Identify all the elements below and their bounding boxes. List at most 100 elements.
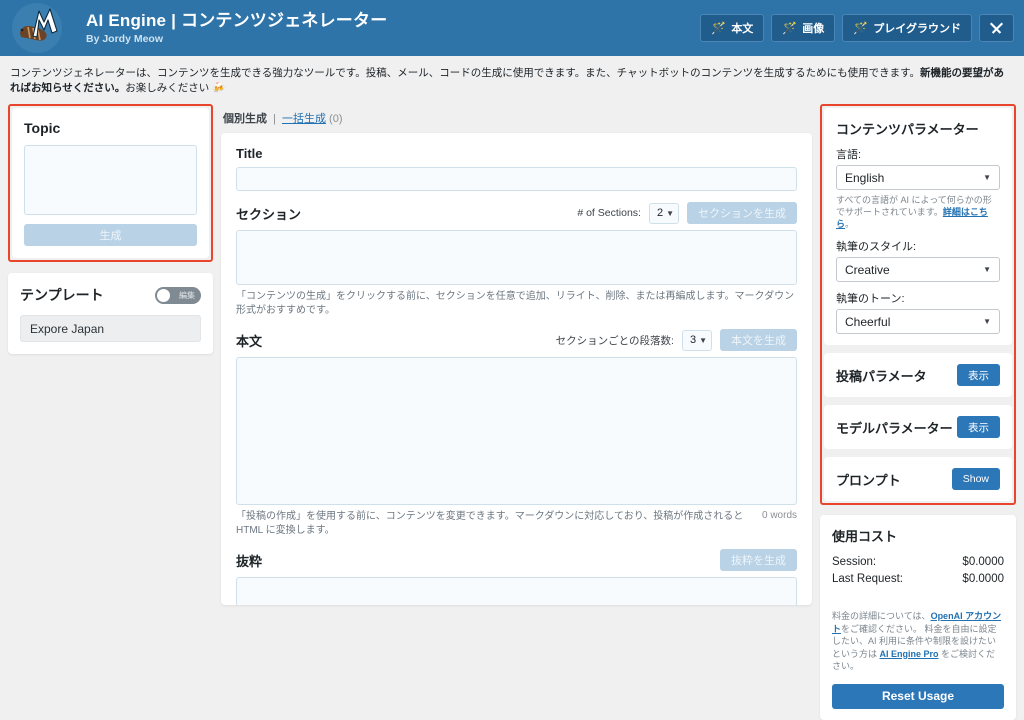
excerpt-header-row: 抜粋 抜粋を生成	[236, 549, 797, 571]
body-input[interactable]	[236, 357, 797, 505]
tools-icon	[989, 22, 1004, 34]
header-button-content[interactable]: 🪄 本文	[700, 14, 765, 42]
generation-mode-tabs: 個別生成 | 一括生成 (0)	[221, 104, 812, 133]
usage-row-session: Session: $0.0000	[832, 554, 1004, 571]
generate-excerpt-button[interactable]: 抜粋を生成	[720, 549, 797, 571]
usage-cost-panel: 使用コスト Session: $0.0000 Last Request: $0.…	[820, 515, 1016, 720]
usage-last-request-label: Last Request:	[832, 573, 903, 585]
chevron-down-icon: ▼	[666, 208, 674, 218]
sections-count-value: 2	[656, 207, 664, 219]
header-button-images[interactable]: 🪄 画像	[771, 14, 836, 42]
title-field-label: Title	[236, 146, 263, 161]
template-panel: テンプレート 編集 Expore Japan	[8, 273, 213, 354]
writing-tone-label: 執筆のトーン:	[836, 293, 905, 305]
generate-sections-button[interactable]: セクションを生成	[687, 202, 797, 224]
excerpt-input[interactable]	[236, 577, 797, 605]
prompt-panel: プロンプト Show	[824, 457, 1012, 501]
header-button-playground-label: プレイグラウンド	[873, 23, 961, 35]
sections-count-select[interactable]: 2 ▼	[648, 202, 679, 224]
title-block: AI Engine | コンテンツジェネレーター By Jordy Meow	[74, 11, 700, 46]
topic-generate-button[interactable]: 生成	[24, 224, 197, 246]
magic-wand-icon: 🪄	[782, 21, 798, 35]
main-content: 個別生成 | 一括生成 (0) Title セクション # of Section…	[213, 104, 820, 605]
page-title: AI Engine | コンテンツジェネレーター	[86, 10, 388, 30]
template-select[interactable]: Expore Japan	[20, 315, 201, 342]
body-hint: 「投稿の作成」を使用する前に、コンテンツを変更できます。マークダウンに対応してお…	[236, 511, 744, 536]
topic-panel: Topic 生成	[12, 108, 209, 258]
right-sidebar: コンテンツパラメーター 言語: English ▼ すべての言語が AI によっ…	[820, 104, 1016, 720]
template-edit-toggle-label: 編集	[179, 290, 195, 300]
header-button-images-label: 画像	[802, 23, 825, 35]
topic-title: Topic	[24, 120, 61, 136]
body-controls: セクションごとの段落数: 3 ▼ 本文を生成	[556, 329, 797, 351]
body-label: 本文	[236, 333, 263, 349]
tab-single-generation[interactable]: 個別生成	[223, 113, 267, 125]
sections-header-row: セクション # of Sections: 2 ▼ セクションを生成	[236, 202, 797, 224]
body-word-count: 0 words	[761, 510, 797, 521]
toggle-knob-icon	[157, 288, 170, 302]
model-parameters-panel: モデルパラメーター 表示	[824, 405, 1012, 449]
sections-input[interactable]	[236, 230, 797, 285]
usage-row-last-request: Last Request: $0.0000	[832, 571, 1004, 588]
sections-label: セクション	[236, 206, 302, 222]
model-parameters-show-button[interactable]: 表示	[957, 416, 1000, 438]
header-button-playground[interactable]: 🪄 プレイグラウンド	[842, 14, 972, 42]
intro-text-1: コンテンツジェネレーターは、コンテンツを生成できる強力なツールです。投稿、メール…	[10, 67, 921, 79]
chevron-down-icon: ▼	[983, 317, 991, 326]
prompt-title: プロンプト	[836, 472, 901, 488]
usage-last-request-value: $0.0000	[962, 573, 1004, 585]
language-note: すべての言語が AI によって何らかの形でサポートされています。詳細はこちら。	[836, 194, 1000, 230]
header-button-tools[interactable]	[979, 14, 1014, 42]
sections-controls: # of Sections: 2 ▼ セクションを生成	[577, 202, 797, 224]
usage-note-text-1: 料金の詳細については、	[832, 611, 931, 621]
parameters-highlight: コンテンツパラメーター 言語: English ▼ すべての言語が AI によっ…	[820, 104, 1016, 505]
writing-tone-select[interactable]: Cheerful ▼	[836, 309, 1000, 334]
writing-style-select[interactable]: Creative ▼	[836, 257, 1000, 282]
ai-engine-pro-link[interactable]: AI Engine Pro	[880, 649, 939, 659]
prompt-show-button[interactable]: Show	[951, 468, 1000, 490]
page-subtitle: By Jordy Meow	[86, 32, 164, 45]
usage-session-value: $0.0000	[962, 556, 1004, 568]
bulk-generation-count: (0)	[329, 113, 343, 125]
tab-bulk-generation[interactable]: 一括生成	[282, 113, 326, 125]
language-note-text-2: 。	[845, 219, 855, 229]
body-paragraphs-select[interactable]: 3 ▼	[681, 329, 712, 351]
prompt-row: プロンプト Show	[836, 468, 1000, 490]
template-header: テンプレート 編集	[20, 285, 201, 305]
intro-description: コンテンツジェネレーターは、コンテンツを生成できる強力なツールです。投稿、メール…	[0, 56, 1024, 104]
generate-body-button[interactable]: 本文を生成	[720, 329, 797, 351]
header-actions: 🪄 本文 🪄 画像 🪄 プレイグラウンド	[700, 14, 1014, 42]
writing-tone-value: Cheerful	[845, 314, 891, 329]
language-select[interactable]: English ▼	[836, 165, 1000, 190]
reset-usage-button[interactable]: Reset Usage	[832, 683, 1004, 709]
main-layout: Topic 生成 テンプレート 編集 Expore Japan 個別生成 | 一…	[0, 104, 1024, 720]
generator-form-card: Title セクション # of Sections: 2 ▼ セクションを生成 …	[221, 133, 812, 605]
template-select-value: Expore Japan	[30, 321, 105, 336]
post-parameters-row: 投稿パラメータ 表示	[836, 364, 1000, 386]
language-value: English	[845, 170, 885, 185]
topic-input[interactable]	[24, 145, 197, 215]
post-parameters-title: 投稿パラメータ	[836, 368, 927, 384]
content-parameters-title: コンテンツパラメーター	[836, 122, 979, 137]
template-title: テンプレート	[20, 287, 104, 303]
usage-cost-table: Session: $0.0000 Last Request: $0.0000	[832, 554, 1004, 588]
logo-container	[0, 0, 74, 56]
content-parameters-panel: コンテンツパラメーター 言語: English ▼ すべての言語が AI によっ…	[824, 108, 1012, 345]
header-button-content-label: 本文	[731, 23, 754, 35]
sections-count-label: # of Sections:	[577, 207, 641, 219]
post-parameters-show-button[interactable]: 表示	[957, 364, 1000, 386]
post-parameters-panel: 投稿パラメータ 表示	[824, 353, 1012, 397]
sections-hint: 「コンテンツの生成」をクリックする前に、セクションを任意で追加、リライト、削除、…	[236, 291, 795, 316]
title-input[interactable]	[236, 167, 797, 191]
model-parameters-title: モデルパラメーター	[836, 420, 953, 436]
body-header-row: 本文 セクションごとの段落数: 3 ▼ 本文を生成	[236, 329, 797, 351]
model-parameters-row: モデルパラメーター 表示	[836, 416, 1000, 438]
body-paragraphs-label: セクションごとの段落数:	[555, 334, 674, 347]
topic-panel-highlight: Topic 生成	[8, 104, 213, 262]
tab-separator: |	[273, 113, 276, 125]
language-label: 言語:	[836, 149, 862, 161]
magic-wand-icon: 🪄	[711, 21, 727, 35]
meow-apps-caterpillar-logo	[12, 3, 62, 53]
template-edit-toggle[interactable]: 編集	[155, 286, 201, 304]
usage-cost-note: 料金の詳細については、OpenAI アカウントをご確認ください。 料金を自由に設…	[832, 610, 1004, 673]
